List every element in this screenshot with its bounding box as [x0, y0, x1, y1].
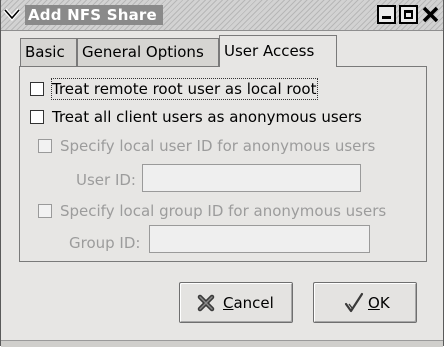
cancel-x-icon	[197, 294, 215, 312]
group-id-field[interactable]	[149, 225, 370, 253]
specify-uid-checkbox[interactable]	[38, 139, 52, 153]
cancel-mnemonic: C	[223, 294, 234, 312]
ok-button[interactable]: OK	[313, 282, 417, 323]
tab-user-access[interactable]: User Access	[219, 35, 337, 67]
specify-gid-option[interactable]: Specify local group ID for anonymous use…	[37, 201, 422, 221]
ok-label-rest: K	[379, 294, 390, 312]
specify-gid-checkbox[interactable]	[38, 204, 52, 218]
root-as-local-root-label[interactable]: Treat remote root user as local root	[51, 78, 318, 100]
chevron-down-icon[interactable]	[3, 5, 21, 23]
tab-label: Basic	[25, 43, 65, 61]
cancel-button-label: Cancel	[223, 293, 274, 313]
tab-general-options[interactable]: General Options	[77, 38, 219, 66]
specify-gid-label[interactable]: Specify local group ID for anonymous use…	[60, 201, 386, 221]
window-title: Add NFS Share	[25, 5, 163, 25]
close-icon[interactable]	[421, 5, 440, 24]
all-anonymous-label[interactable]: Treat all client users as anonymous user…	[52, 107, 362, 127]
specify-uid-option[interactable]: Specify local user ID for anonymous user…	[37, 136, 417, 156]
ok-button-label: OK	[368, 293, 390, 313]
dialog-window: Add NFS Share Basic General Options User…	[0, 0, 444, 347]
user-id-field[interactable]	[142, 164, 361, 192]
tab-basic[interactable]: Basic	[20, 38, 77, 66]
group-id-label: Group ID:	[69, 234, 141, 252]
root-as-local-root-checkbox[interactable]	[30, 82, 44, 96]
minimize-icon[interactable]	[377, 5, 396, 24]
specify-uid-label[interactable]: Specify local user ID for anonymous user…	[60, 136, 375, 156]
all-anonymous-option[interactable]: Treat all client users as anonymous user…	[29, 107, 409, 127]
user-id-label: User ID:	[76, 171, 136, 189]
cancel-button[interactable]: Cancel	[179, 282, 293, 323]
tab-label: User Access	[224, 42, 315, 60]
root-as-local-root-option[interactable]: Treat remote root user as local root	[29, 78, 369, 100]
ok-mnemonic: O	[368, 294, 380, 312]
cancel-label-rest: ancel	[233, 294, 274, 312]
tab-label: General Options	[82, 43, 204, 61]
maximize-icon[interactable]	[399, 5, 418, 24]
checkmark-icon	[344, 292, 364, 314]
user-access-panel: Treat remote root user as local root Tre…	[19, 66, 427, 262]
all-anonymous-checkbox[interactable]	[30, 110, 44, 124]
title-bar[interactable]: Add NFS Share	[1, 0, 443, 31]
